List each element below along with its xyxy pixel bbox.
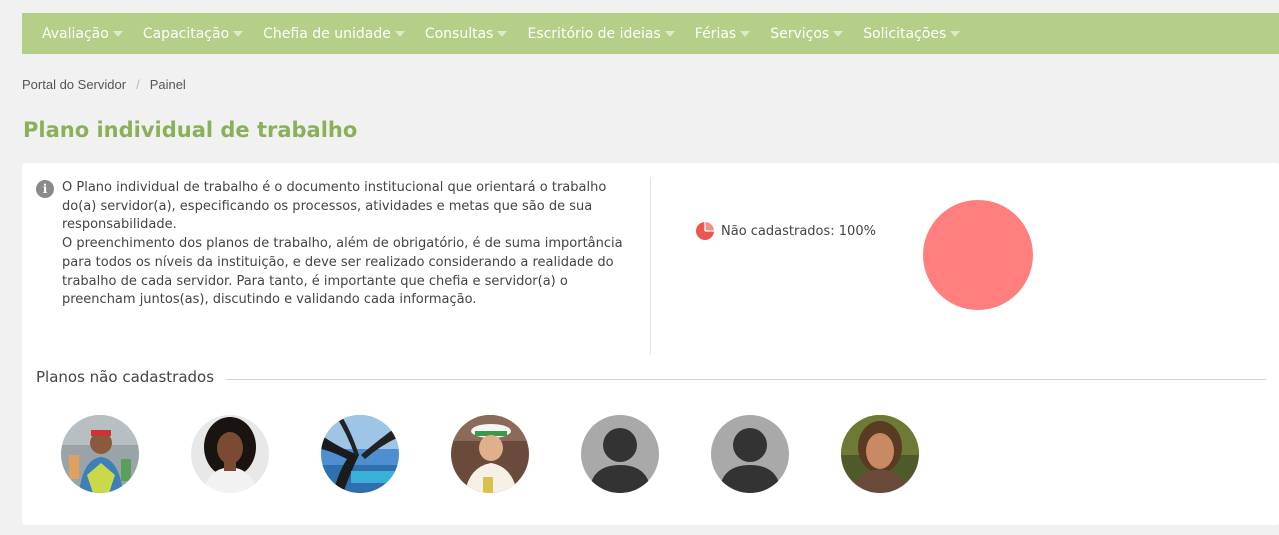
breadcrumb-separator: / <box>136 77 140 92</box>
nav-item-solicitacoes[interactable]: Solicitações <box>863 25 961 42</box>
info-text: O Plano individual de trabalho é o docum… <box>62 179 636 310</box>
caret-down-icon <box>394 30 405 37</box>
info-icon: i <box>36 180 54 198</box>
nav-item-consultas[interactable]: Consultas <box>425 26 508 42</box>
info-block: i O Plano individual de trabalho é o doc… <box>36 179 636 310</box>
legend-label: Não cadastrados: 100% <box>721 223 876 239</box>
nav-item-avaliacao[interactable]: Avaliação <box>42 26 123 42</box>
page-title: Plano individual de trabalho <box>23 118 358 142</box>
nav-item-ferias[interactable]: Férias <box>694 25 751 42</box>
avatar-3[interactable] <box>321 415 399 493</box>
caret-down-icon <box>233 30 244 37</box>
avatar-6-placeholder[interactable] <box>711 415 789 493</box>
nav-label: Consultas <box>424 25 494 42</box>
vertical-divider <box>650 177 651 355</box>
caret-down-icon <box>497 30 508 37</box>
nav-label: Solicitações <box>863 25 947 42</box>
avatar-list <box>61 415 971 493</box>
user-photo <box>61 415 139 493</box>
user-photo <box>841 415 919 493</box>
user-photo <box>191 415 269 493</box>
nav-label: Capacitação <box>142 25 230 42</box>
caret-down-icon <box>664 30 675 37</box>
nav-label: Serviços <box>770 25 830 42</box>
breadcrumb-portal-link[interactable]: Portal do Servidor <box>22 77 126 92</box>
pie-slice-0 <box>923 200 1033 310</box>
avatar-5-placeholder[interactable] <box>581 415 659 493</box>
nav-item-servicos[interactable]: Serviços <box>770 25 844 42</box>
caret-down-icon <box>740 30 751 37</box>
pie-chart-icon <box>696 222 714 240</box>
user-photo <box>451 415 529 493</box>
pie-chart <box>923 200 1033 310</box>
user-photo <box>321 415 399 493</box>
plan-card: i O Plano individual de trabalho é o doc… <box>22 163 1279 525</box>
avatar-2[interactable] <box>191 415 269 493</box>
breadcrumb: Portal do Servidor / Painel <box>22 77 186 92</box>
info-paragraph-1: O Plano individual de trabalho é o docum… <box>62 180 607 233</box>
info-paragraph-2: O preenchimento dos planos de trabalho, … <box>62 236 623 308</box>
breadcrumb-current: Painel <box>149 77 186 92</box>
default-user-icon <box>581 415 659 493</box>
nav-label: Chefia de unidade <box>263 25 391 42</box>
nav-item-chefia[interactable]: Chefia de unidade <box>263 26 405 42</box>
avatar-1[interactable] <box>61 415 139 493</box>
chart-legend: Não cadastrados: 100% <box>695 221 876 241</box>
caret-down-icon <box>833 30 844 37</box>
avatar-7[interactable] <box>841 415 919 493</box>
nav-item-escritorio[interactable]: Escritório de ideias <box>527 25 675 42</box>
nav-label: Avaliação <box>42 25 109 42</box>
nav-label: Escritório de ideias <box>527 25 661 42</box>
section-title: Planos não cadastrados <box>36 368 227 386</box>
main-navbar: Avaliação Capacitação Chefia de unidade … <box>22 13 1279 54</box>
nav-item-capacitacao[interactable]: Capacitação <box>142 25 244 42</box>
nav-label: Férias <box>694 25 737 42</box>
default-user-icon <box>711 415 789 493</box>
caret-down-icon <box>950 30 961 37</box>
caret-down-icon <box>112 30 123 37</box>
avatar-4[interactable] <box>451 415 529 493</box>
